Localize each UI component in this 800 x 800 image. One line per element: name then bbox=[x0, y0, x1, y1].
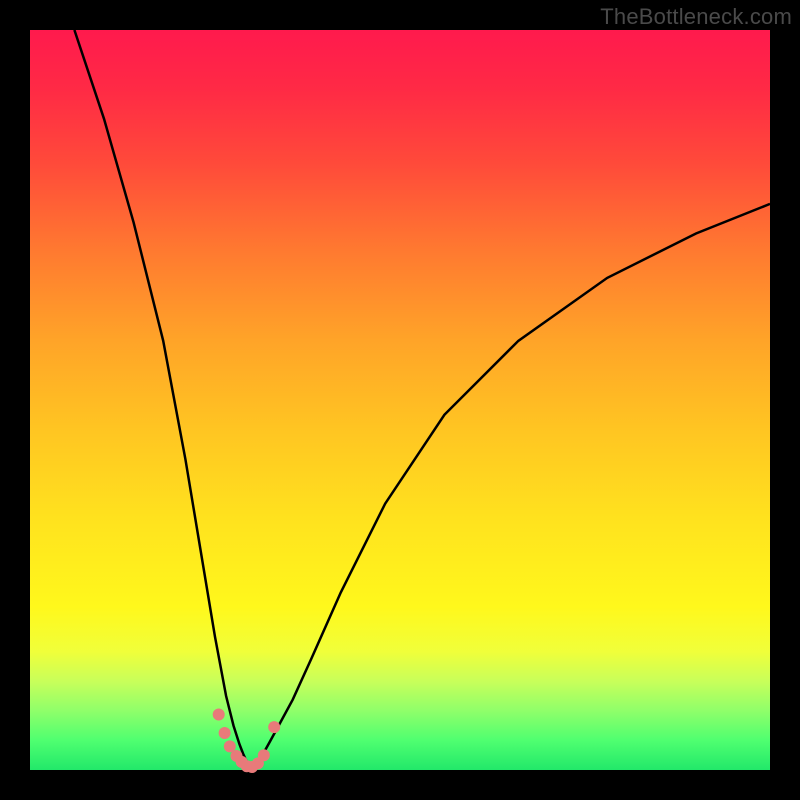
curve-svg bbox=[30, 30, 770, 770]
trough-marker bbox=[258, 749, 270, 761]
curve-left-path bbox=[74, 30, 252, 770]
plot-area bbox=[30, 30, 770, 770]
curve-right bbox=[252, 204, 770, 770]
trough-marker bbox=[268, 721, 280, 733]
trough-marker bbox=[213, 709, 225, 721]
watermark-label: TheBottleneck.com bbox=[600, 4, 792, 30]
chart-frame: TheBottleneck.com bbox=[0, 0, 800, 800]
curve-left bbox=[74, 30, 252, 770]
trough-marker bbox=[219, 727, 231, 739]
curve-right-path bbox=[252, 204, 770, 770]
